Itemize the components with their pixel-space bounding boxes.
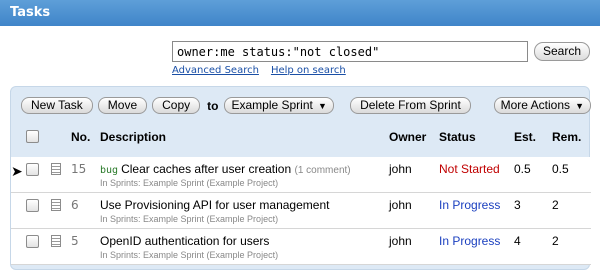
task-owner: john (389, 198, 412, 212)
header-no: No. (71, 130, 91, 144)
more-actions-select[interactable]: More Actions ▼ (493, 97, 591, 114)
task-estimate[interactable]: 0.5 (514, 162, 531, 176)
task-number: 5 (71, 234, 79, 248)
notes-icon[interactable] (51, 199, 61, 211)
row-checkbox[interactable] (26, 163, 39, 176)
search-input[interactable] (172, 41, 528, 62)
task-estimate[interactable]: 4 (514, 234, 521, 248)
task-status[interactable]: In Progress (439, 234, 500, 248)
table-row[interactable]: 5 OpenID authentication for users In Spr… (11, 229, 591, 265)
header-est: Est. (514, 130, 537, 144)
task-estimate[interactable]: 3 (514, 198, 521, 212)
task-status[interactable]: In Progress (439, 198, 500, 212)
table-header-row: No. Description Owner Status Est. Rem. (11, 121, 591, 155)
task-owner: john (389, 162, 412, 176)
move-button[interactable]: Move (97, 97, 148, 114)
page-title-bar: Tasks (0, 0, 600, 26)
chevron-down-icon: ▼ (575, 101, 584, 111)
task-remaining[interactable]: 2 (552, 234, 559, 248)
header-rem: Rem. (552, 130, 582, 144)
table-row[interactable]: 6 Use Provisioning API for user manageme… (11, 193, 591, 229)
task-title-link[interactable]: Use Provisioning API for user management (100, 198, 329, 212)
task-owner: john (389, 234, 412, 248)
row-checkbox[interactable] (26, 199, 39, 212)
new-task-button[interactable]: New Task (21, 97, 93, 114)
sprint-select-value: Example Sprint (231, 98, 313, 112)
header-status: Status (439, 130, 476, 144)
task-title-link[interactable]: OpenID authentication for users (100, 234, 269, 248)
task-status[interactable]: Not Started (439, 162, 500, 176)
task-toolbar: New Task Move Copy to Example Sprint ▼ D… (21, 97, 591, 114)
to-label: to (207, 98, 219, 113)
task-number: 15 (71, 162, 87, 176)
task-comments-link[interactable]: (1 comment) (295, 165, 351, 176)
search-button[interactable]: Search (534, 42, 591, 61)
sprint-select[interactable]: Example Sprint ▼ (224, 97, 334, 114)
more-actions-value: More Actions (500, 98, 570, 112)
help-on-search-link[interactable]: Help on search (271, 65, 346, 76)
search-links: Advanced Search Help on search (172, 65, 346, 76)
table-row[interactable]: 15 bug Clear caches after user creation (… (11, 157, 591, 193)
header-description: Description (100, 130, 167, 144)
notes-icon[interactable] (51, 235, 61, 247)
copy-button[interactable]: Copy (152, 97, 201, 114)
advanced-search-link[interactable]: Advanced Search (172, 65, 259, 76)
task-description: bug Clear caches after user creation (1 c… (100, 162, 351, 176)
task-sprint: In Sprints: Example Sprint (Example Proj… (100, 214, 279, 224)
task-number: 6 (71, 198, 79, 212)
row-checkbox[interactable] (26, 235, 39, 248)
page-title: Tasks (10, 5, 51, 20)
search-bar: Search (172, 41, 591, 62)
task-remaining[interactable]: 0.5 (552, 162, 569, 176)
task-sprint: In Sprints: Example Sprint (Example Proj… (100, 178, 279, 188)
task-tag: bug (100, 165, 119, 176)
task-title-link[interactable]: Clear caches after user creation (121, 162, 291, 176)
select-all-checkbox[interactable] (26, 130, 39, 143)
tasks-panel: New Task Move Copy to Example Sprint ▼ D… (10, 86, 591, 270)
current-row-pointer-icon: ➤ (11, 164, 23, 180)
task-remaining[interactable]: 2 (552, 198, 559, 212)
task-sprint: In Sprints: Example Sprint (Example Proj… (100, 250, 279, 260)
header-owner: Owner (389, 130, 427, 144)
notes-icon[interactable] (51, 163, 61, 175)
chevron-down-icon: ▼ (317, 101, 327, 111)
delete-from-sprint-button[interactable]: Delete From Sprint (350, 97, 471, 114)
